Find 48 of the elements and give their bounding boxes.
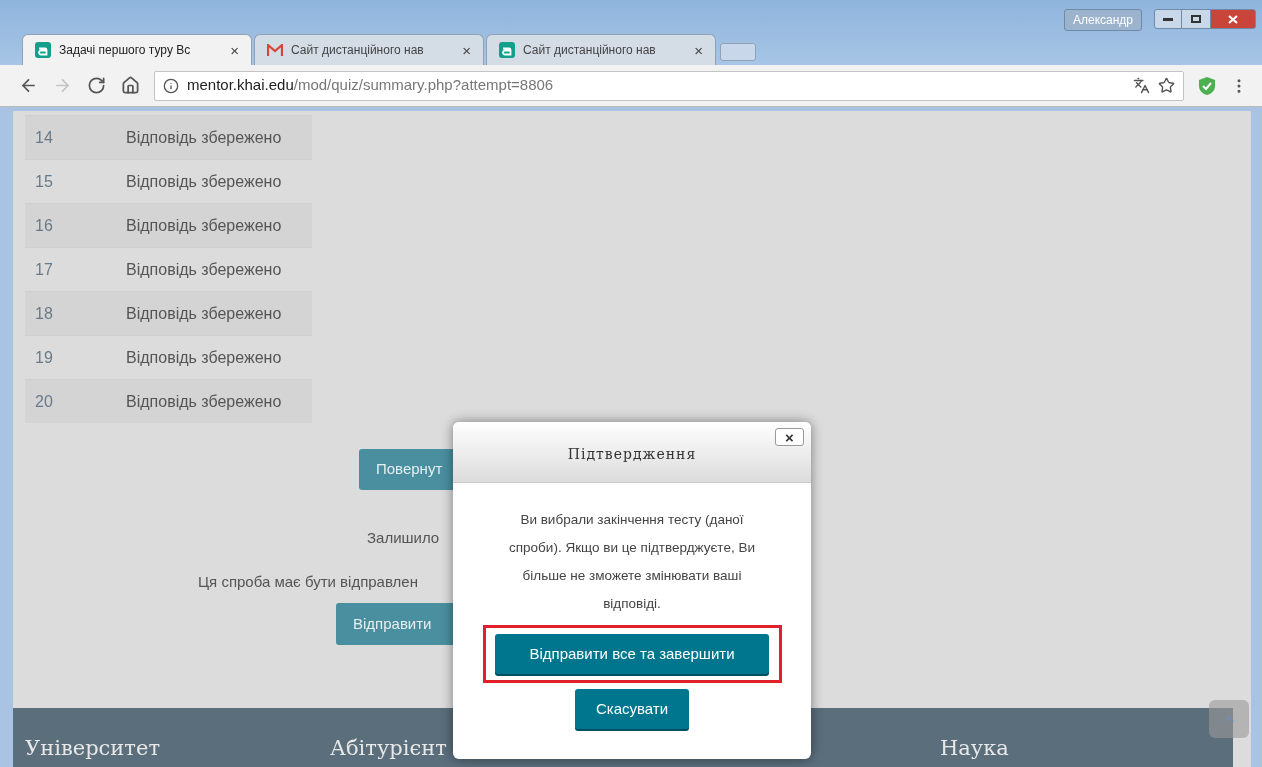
question-number: 16	[34, 215, 54, 236]
url-text: mentor.khai.edu/mod/quiz/summary.php?attempt=8806	[187, 75, 554, 96]
answer-status: Відповідь збережено	[126, 171, 282, 192]
dialog-title: Підтвердження	[567, 444, 697, 464]
tab-close-button[interactable]: ×	[230, 42, 239, 58]
question-number: 17	[34, 259, 54, 280]
question-number: 18	[34, 303, 54, 324]
footer-heading: Університет	[25, 735, 161, 762]
cancel-button[interactable]: Скасувати	[575, 689, 689, 729]
letter-a-logo-icon	[499, 42, 515, 58]
address-bar[interactable]: mentor.khai.edu/mod/quiz/summary.php?attempt=8806	[154, 70, 1184, 101]
answer-status: Відповідь збережено	[126, 127, 282, 148]
deadline-note: Ця спроба має бути відправлен	[198, 571, 418, 592]
info-icon	[163, 77, 179, 94]
tab-close-button[interactable]: ×	[462, 42, 471, 58]
question-number: 15	[34, 171, 54, 192]
minimize-button[interactable]	[1154, 9, 1182, 29]
maximize-button[interactable]	[1182, 9, 1210, 29]
answer-status: Відповідь збережено	[126, 303, 282, 324]
close-button[interactable]: ×	[775, 428, 804, 446]
home-button[interactable]	[120, 75, 140, 96]
browser-tab[interactable]: Сайт дистанційного нав ×	[486, 34, 716, 65]
tab-title: Сайт дистанційного нав	[523, 42, 657, 59]
question-number: 20	[34, 391, 54, 412]
dialog-message: Ви вибрали закінчення тесту (даної спроби). Якщо ви це підтверджуєте, Ви більше не зможете змінювати ваші відповіді.	[508, 511, 756, 613]
mail-m-icon	[267, 43, 283, 57]
reload-button[interactable]	[86, 75, 106, 96]
footer-heading: Абітурієнт	[330, 735, 448, 762]
answer-status: Відповідь збережено	[126, 347, 282, 368]
close-icon	[1228, 14, 1238, 24]
question-number: 19	[34, 347, 54, 368]
footer-heading: Наука	[940, 735, 1009, 762]
answer-status: Відповідь збережено	[126, 391, 282, 412]
question-number: 14	[34, 127, 54, 148]
tab-close-button[interactable]: ×	[694, 42, 703, 58]
answer-status: Відповідь збережено	[126, 259, 282, 280]
shield-icon[interactable]	[1198, 75, 1216, 96]
answer-status: Відповідь збережено	[126, 215, 282, 236]
browser-tab[interactable]: Сайт дистанційного нав ×	[254, 34, 484, 65]
bookmark-star-icon[interactable]	[1158, 77, 1175, 94]
translate-icon[interactable]	[1133, 77, 1150, 94]
close-window-button[interactable]	[1210, 9, 1256, 29]
tab-title: Сайт дистанційного нав	[291, 42, 425, 59]
tab-title: Задачі першого туру Вс	[59, 42, 192, 59]
submit-all-button[interactable]: Відправити все та завершити	[495, 634, 769, 674]
letter-a-logo-icon	[35, 42, 51, 58]
time-left-text: Залишило	[367, 528, 440, 548]
browser-tab[interactable]: Задачі першого туру Вс ×	[22, 34, 252, 65]
